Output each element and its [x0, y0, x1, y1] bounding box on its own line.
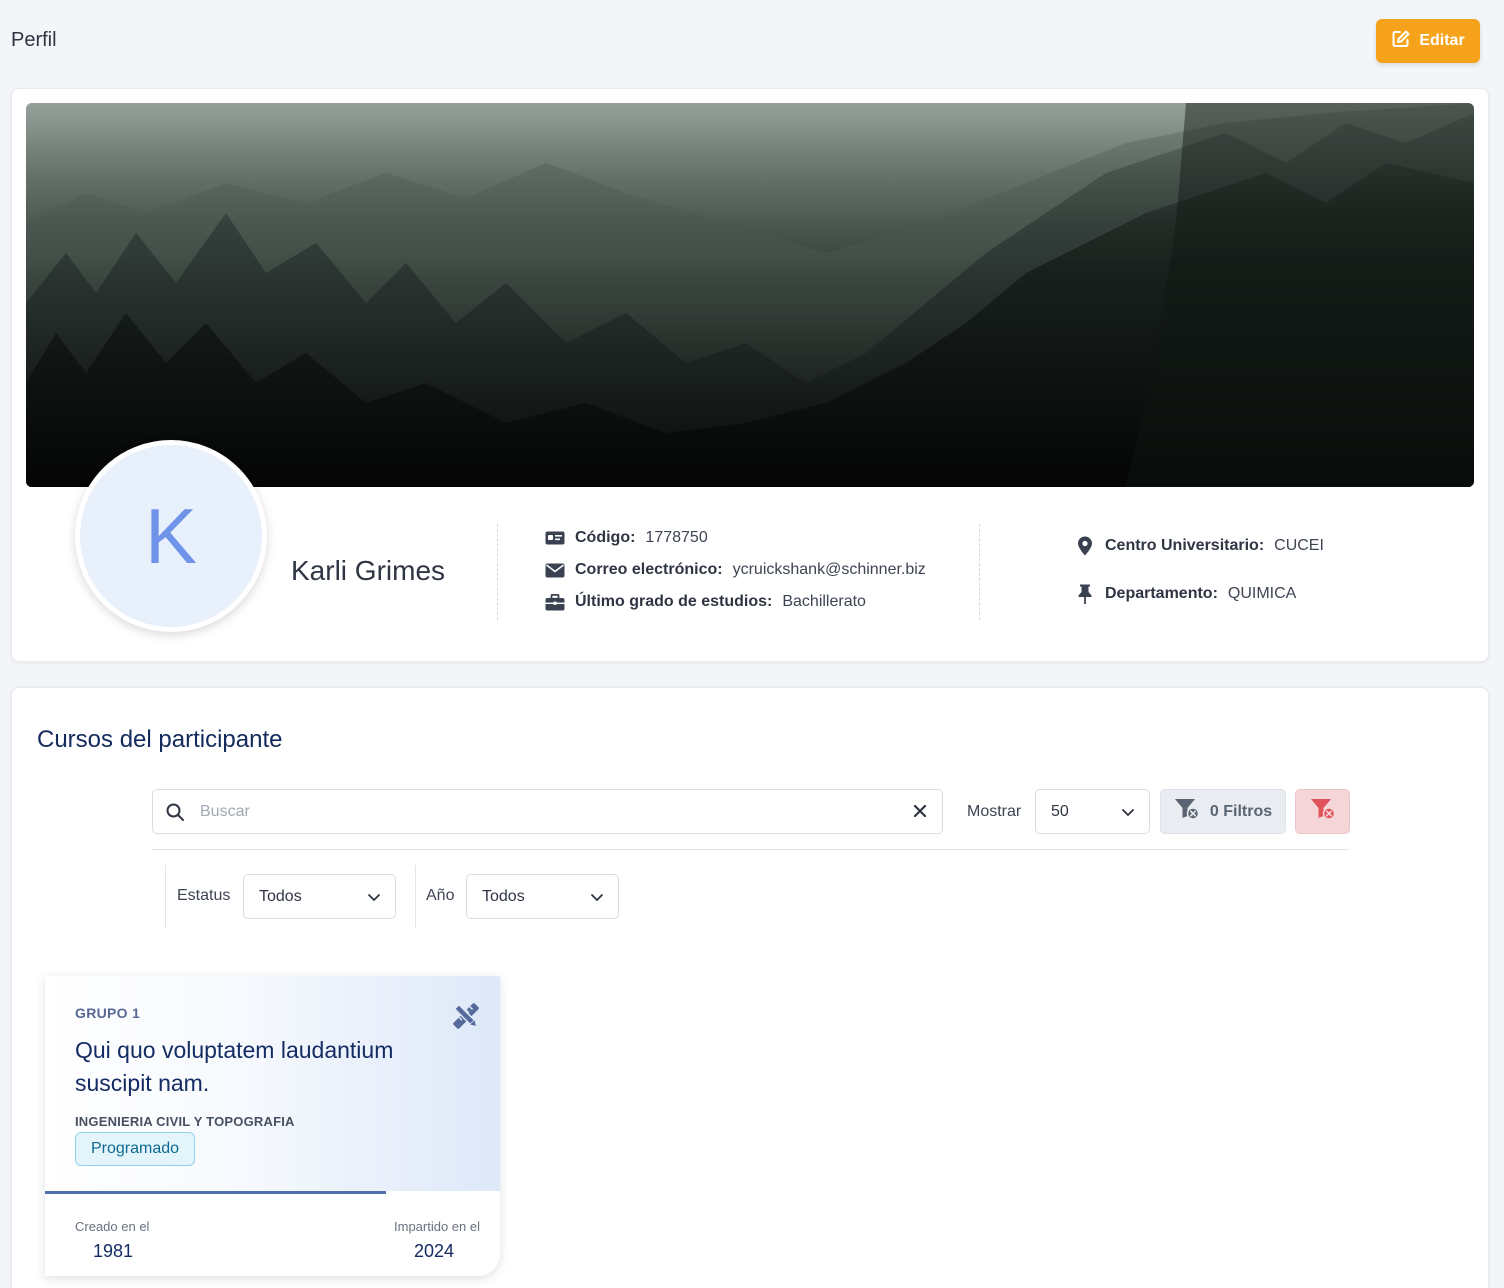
info-degree: Último grado de estudios: Bachillerato: [545, 593, 866, 611]
info-code-label: Código:: [575, 529, 636, 546]
info-center-value: CUCEI: [1274, 537, 1324, 554]
close-icon[interactable]: [912, 803, 928, 824]
info-degree-value: Bachillerato: [782, 593, 866, 610]
info-department-value: QUIMICA: [1227, 585, 1297, 602]
edit-icon: [1391, 29, 1411, 54]
briefcase-icon: [545, 593, 565, 611]
filters-button[interactable]: 0 Filtros: [1160, 789, 1286, 834]
courses-section-title: Cursos del participante: [37, 726, 283, 753]
created-value: 1981: [93, 1241, 134, 1261]
forest-banner-image: [26, 103, 1474, 487]
info-department: Departamento: QUIMICA: [1075, 584, 1297, 604]
show-label: Mostrar: [967, 803, 1022, 820]
status-badge: Programado: [75, 1132, 196, 1166]
info-center-label: Centro Universitario:: [1105, 537, 1265, 554]
chevron-down-icon: [367, 890, 381, 909]
filter-clear-icon: [1310, 798, 1336, 825]
info-divider-left: [497, 524, 498, 620]
edit-profile-button[interactable]: Editar: [1376, 19, 1480, 63]
year-filter-divider: [415, 865, 416, 928]
info-code: Código: 1778750: [545, 529, 708, 547]
info-department-label: Departamento:: [1105, 585, 1218, 602]
avatar: K: [75, 440, 267, 632]
filter-icon: [1174, 798, 1200, 825]
page-size-value: 50: [1051, 802, 1069, 820]
info-divider-right: [979, 524, 980, 620]
search-icon: [165, 802, 185, 827]
year-label: Año: [426, 887, 455, 904]
status-filter-divider: [165, 865, 166, 928]
course-title[interactable]: Qui quo voluptatem laudantium suscipit n…: [75, 1034, 455, 1100]
year-select[interactable]: Todos: [466, 874, 619, 919]
status-select-value: Todos: [259, 887, 302, 905]
course-group: GRUPO 1: [75, 1005, 141, 1021]
top-bar: Perfil Editar: [0, 0, 1504, 88]
user-name: Karli Grimes: [291, 555, 446, 586]
chevron-down-icon: [1121, 805, 1135, 824]
filters-divider: [152, 849, 1349, 850]
edit-button-label: Editar: [1419, 32, 1465, 49]
year-select-value: Todos: [482, 887, 525, 905]
pencil-ruler-icon[interactable]: [450, 1000, 482, 1037]
taught-value: 2024: [413, 1241, 454, 1261]
courses-card: Cursos del participante Mostrar 50 0 Fil…: [11, 687, 1489, 1288]
profile-banner: [26, 103, 1474, 487]
id-card-icon: [545, 529, 565, 547]
course-department: INGENIERIA CIVIL Y TOPOGRAFIA: [75, 1114, 295, 1129]
envelope-icon: [545, 561, 565, 579]
search-box: [152, 789, 943, 834]
created-label: Creado en el: [75, 1219, 150, 1234]
map-pin-icon: [1075, 536, 1095, 556]
taught-label: Impartido en el: [394, 1219, 480, 1234]
page-size-select[interactable]: 50: [1035, 789, 1150, 834]
status-label: Estatus: [177, 887, 231, 904]
info-email-label: Correo electrónico:: [575, 561, 723, 578]
info-degree-label: Último grado de estudios:: [575, 593, 773, 610]
course-card[interactable]: GRUPO 1 Qui quo voluptatem laudantium su…: [45, 976, 500, 1276]
course-progress-bar: [45, 1191, 387, 1194]
info-email: Correo electrónico: ycruickshank@schinne…: [545, 561, 926, 579]
info-center: Centro Universitario: CUCEI: [1075, 536, 1324, 556]
info-code-value: 1778750: [645, 529, 708, 546]
chevron-down-icon: [590, 890, 604, 909]
filters-button-label: 0 Filtros: [1209, 802, 1273, 820]
status-select[interactable]: Todos: [243, 874, 396, 919]
profile-card: K Karli Grimes Código: 1778750 Correo el…: [11, 88, 1489, 662]
page-title: Perfil: [11, 29, 57, 51]
thumbtack-icon: [1075, 584, 1095, 604]
search-input[interactable]: [200, 790, 890, 833]
info-email-value: ycruickshank@schinner.biz: [732, 561, 926, 578]
clear-filters-button[interactable]: [1295, 789, 1350, 834]
